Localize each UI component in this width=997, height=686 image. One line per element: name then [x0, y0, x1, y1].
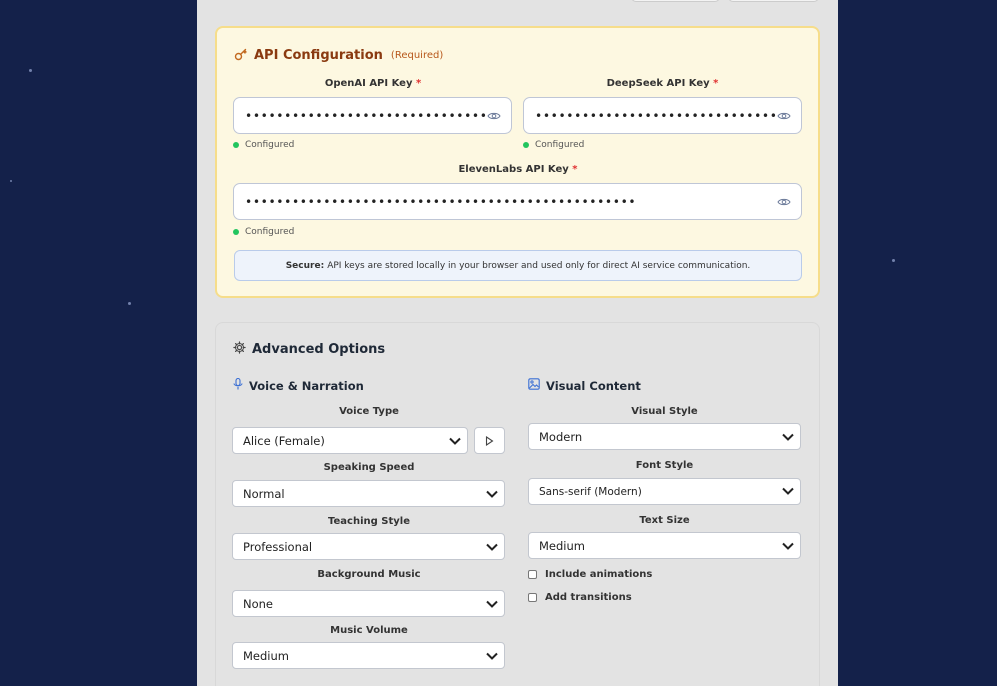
voice-type-label: Voice Type [339, 406, 399, 417]
speaking-speed-label: Speaking Speed [323, 462, 415, 473]
deepseek-key-input[interactable]: ••••••••••••••••••••••••••••••••••• [523, 97, 802, 134]
font-style-select[interactable]: Sans-serif (Modern) [528, 478, 801, 505]
top-button-partial[interactable] [631, 0, 720, 2]
chevron-down-icon [486, 649, 498, 663]
advanced-options-card: Advanced Options Voice & Narration Voice… [215, 322, 820, 686]
openai-key-input[interactable]: •••••••••••••••••••••••••••••••••••• [233, 97, 512, 134]
top-button-partial[interactable] [728, 0, 819, 2]
text-size-select[interactable]: Medium [528, 532, 801, 559]
elevenlabs-key-value: ••••••••••••••••••••••••••••••••••••••••… [245, 194, 637, 209]
eye-icon[interactable] [487, 106, 501, 125]
secure-notice: Secure: API keys are stored locally in y… [234, 250, 802, 281]
text-size-label: Text Size [639, 515, 690, 526]
deepseek-key-value: ••••••••••••••••••••••••••••••••••• [535, 108, 777, 123]
include-animations-checkbox[interactable]: Include animations [528, 569, 652, 580]
main-panel: API Configuration (Required) OpenAI API … [197, 0, 838, 686]
teaching-style-select[interactable]: Professional [232, 533, 505, 560]
background-star [29, 69, 32, 72]
key-icon [234, 46, 248, 65]
microphone-icon [233, 377, 243, 393]
music-volume-select[interactable]: Medium [232, 642, 505, 669]
status-dot [233, 229, 239, 235]
chevron-down-icon [782, 430, 794, 444]
background-star [892, 259, 895, 262]
font-style-label: Font Style [635, 460, 694, 471]
deepseek-status: Configured [523, 140, 584, 150]
add-transitions-checkbox[interactable]: Add transitions [528, 592, 632, 603]
checkbox-box[interactable] [528, 593, 537, 602]
voice-type-select[interactable]: Alice (Female) [232, 427, 468, 454]
chevron-down-icon [449, 434, 461, 448]
secure-notice-text: API keys are stored locally in your brow… [327, 260, 751, 271]
play-voice-button[interactable] [474, 427, 505, 454]
background-star [10, 180, 12, 182]
chevron-down-icon [486, 597, 498, 611]
chevron-down-icon [486, 487, 498, 501]
api-configuration-title: API Configuration [254, 48, 383, 63]
secure-notice-bold: Secure: [285, 260, 325, 271]
background-star [128, 302, 131, 305]
speaking-speed-select[interactable]: Normal [232, 480, 505, 507]
required-label: (Required) [390, 50, 444, 61]
eye-icon[interactable] [777, 106, 791, 125]
teaching-style-label: Teaching Style [328, 516, 410, 527]
status-dot [233, 142, 239, 148]
openai-status: Configured [233, 140, 294, 150]
elevenlabs-key-label: ElevenLabs API Key * [458, 164, 578, 175]
openai-key-value: •••••••••••••••••••••••••••••••••••• [245, 108, 487, 123]
gear-icon [233, 341, 246, 358]
api-configuration-card: API Configuration (Required) OpenAI API … [215, 26, 820, 298]
status-dot [523, 142, 529, 148]
advanced-options-header: Advanced Options [233, 341, 385, 358]
elevenlabs-status: Configured [233, 227, 294, 237]
advanced-options-title: Advanced Options [252, 342, 386, 357]
openai-key-label: OpenAI API Key * [324, 78, 422, 89]
music-volume-label: Music Volume [330, 625, 408, 636]
checkbox-box[interactable] [528, 570, 537, 579]
background-music-select[interactable]: None [232, 590, 505, 617]
chevron-down-icon [782, 486, 794, 498]
visual-style-label: Visual Style [631, 406, 698, 417]
api-configuration-header: API Configuration (Required) [234, 46, 443, 65]
deepseek-key-label: DeepSeek API Key * [606, 78, 719, 89]
eye-icon[interactable] [777, 192, 791, 211]
image-icon [528, 378, 540, 393]
voice-narration-header: Voice & Narration [233, 377, 364, 393]
visual-content-header: Visual Content [528, 378, 641, 393]
visual-style-select[interactable]: Modern [528, 423, 801, 450]
chevron-down-icon [486, 540, 498, 554]
background-music-label: Background Music [317, 569, 421, 580]
elevenlabs-key-input[interactable]: ••••••••••••••••••••••••••••••••••••••••… [233, 183, 802, 220]
play-icon [485, 431, 494, 450]
chevron-down-icon [782, 539, 794, 553]
